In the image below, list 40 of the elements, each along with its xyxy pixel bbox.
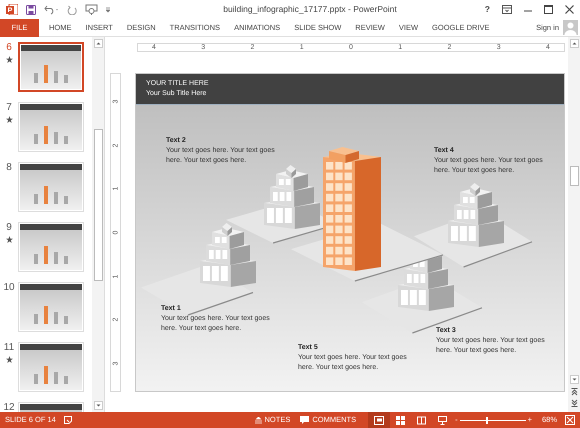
spelling-check-icon[interactable] (64, 416, 72, 424)
slide-number: 12 (3, 402, 15, 412)
normal-view-button[interactable] (368, 412, 390, 428)
zoom-slider-thumb[interactable] (486, 416, 488, 424)
zoom-slider[interactable] (460, 416, 526, 424)
thumbnail-scrollbar[interactable] (92, 37, 105, 412)
slide-show-icon[interactable] (438, 416, 448, 424)
help-button[interactable]: ? (484, 3, 490, 16)
scroll-up-icon[interactable] (94, 39, 102, 48)
slide-sorter-icon[interactable] (396, 416, 406, 424)
slide-number: 10 (3, 282, 15, 294)
presentation-icon[interactable] (85, 4, 98, 15)
ribbon-display-icon[interactable] (502, 5, 512, 14)
comment-icon (300, 416, 310, 424)
editor-scrollbar[interactable] (568, 37, 580, 412)
reading-view-icon[interactable] (417, 416, 426, 424)
scroll-up-icon[interactable] (570, 39, 578, 48)
previous-slide-icon[interactable] (570, 387, 578, 396)
slide-number: 9 (6, 222, 12, 234)
window-title: building_infographic_17177.pptx - PowerPoint (222, 3, 398, 16)
slide-thumbnail[interactable] (18, 42, 84, 92)
slide-number: 6 (6, 42, 12, 54)
next-slide-icon[interactable] (570, 399, 578, 408)
save-icon[interactable] (26, 4, 36, 14)
customize-caret-icon[interactable] (106, 6, 110, 12)
scroll-down-icon[interactable] (94, 401, 102, 410)
scroll-thumb[interactable] (94, 128, 102, 280)
powerpoint-logo-icon (6, 4, 18, 15)
slide-number: 8 (6, 162, 12, 174)
close-icon[interactable] (565, 5, 574, 14)
maximize-icon[interactable] (544, 5, 553, 14)
scroll-thumb[interactable] (570, 166, 578, 186)
undo-icon[interactable] (44, 4, 59, 15)
fit-to-window-icon[interactable] (565, 415, 575, 425)
scroll-down-icon[interactable] (570, 375, 578, 384)
notes-icon (254, 416, 262, 424)
slide-number: 11 (4, 342, 14, 354)
slide-number: 7 (6, 102, 12, 114)
normal-view-icon (374, 416, 384, 424)
redo-icon[interactable] (67, 4, 77, 14)
